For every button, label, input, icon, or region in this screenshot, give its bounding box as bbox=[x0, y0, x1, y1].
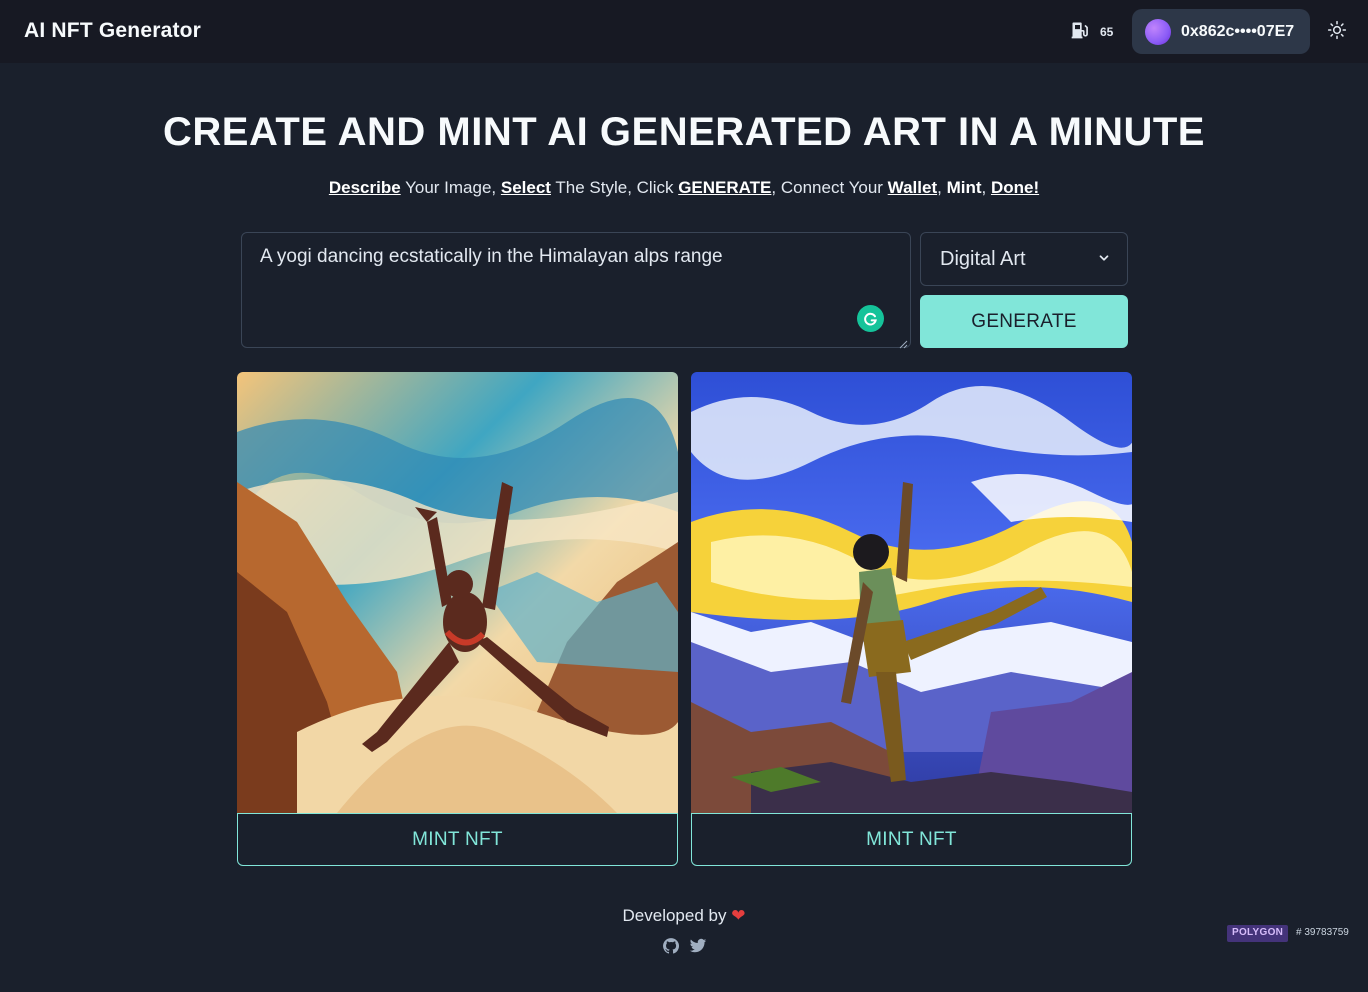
step-text: Your Image, bbox=[400, 178, 501, 197]
github-icon[interactable] bbox=[662, 937, 680, 955]
wallet-avatar bbox=[1145, 18, 1171, 45]
step-describe: Describe bbox=[328, 178, 401, 197]
step-select: Select bbox=[500, 178, 551, 197]
resize-handle-icon[interactable] bbox=[898, 336, 908, 349]
gas-pump-icon bbox=[1070, 20, 1090, 43]
generated-image bbox=[691, 372, 1132, 813]
instructions-subtitle: Describe Your Image, Select The Style, C… bbox=[0, 178, 1368, 198]
grammarly-icon[interactable] bbox=[857, 305, 884, 332]
gas-price-indicator: 65 bbox=[1070, 20, 1113, 43]
result-card: MINT NFT bbox=[691, 372, 1132, 866]
top-navbar: AI NFT Generator 65 0x862c••••07E7 bbox=[0, 0, 1368, 63]
sun-icon bbox=[1327, 20, 1347, 45]
app-title: AI NFT Generator bbox=[24, 19, 202, 42]
heart-icon: ❤ bbox=[731, 906, 746, 925]
step-text: The Style, Click bbox=[550, 178, 679, 197]
style-select[interactable]: Digital Art bbox=[920, 232, 1128, 286]
step-text: , bbox=[981, 178, 991, 197]
generated-image bbox=[237, 372, 678, 813]
chevron-down-icon bbox=[1097, 248, 1111, 271]
step-mint: Mint bbox=[946, 178, 982, 197]
footer-credit: Developed by ❤ bbox=[0, 906, 1368, 926]
mint-nft-button[interactable]: MINT NFT bbox=[237, 813, 678, 866]
result-card: MINT NFT bbox=[237, 372, 678, 866]
wallet-address: 0x862c••••07E7 bbox=[1181, 22, 1295, 40]
gas-value: 65 bbox=[1100, 24, 1114, 39]
developed-by-text: Developed by bbox=[622, 906, 727, 925]
step-text: , bbox=[937, 178, 947, 197]
network-badge: POLYGON bbox=[1227, 925, 1289, 942]
prompt-input[interactable]: A yogi dancing ecstatically in the Himal… bbox=[241, 232, 911, 348]
page-title: CREATE AND MINT AI GENERATED ART IN A MI… bbox=[163, 110, 1205, 154]
step-generate: GENERATE bbox=[678, 178, 772, 197]
block-number: # 39783759 bbox=[1296, 927, 1349, 938]
generate-button[interactable]: GENERATE bbox=[920, 295, 1128, 348]
step-done: Done! bbox=[990, 178, 1040, 197]
wallet-account-button[interactable]: 0x862c••••07E7 bbox=[1132, 9, 1310, 54]
style-select-value: Digital Art bbox=[940, 247, 1026, 270]
social-links bbox=[662, 937, 707, 955]
step-wallet: Wallet bbox=[887, 178, 938, 197]
twitter-icon[interactable] bbox=[689, 937, 707, 955]
step-text: , Connect Your bbox=[771, 178, 888, 197]
mint-nft-button[interactable]: MINT NFT bbox=[691, 813, 1132, 866]
theme-toggle-button[interactable] bbox=[1325, 20, 1349, 44]
